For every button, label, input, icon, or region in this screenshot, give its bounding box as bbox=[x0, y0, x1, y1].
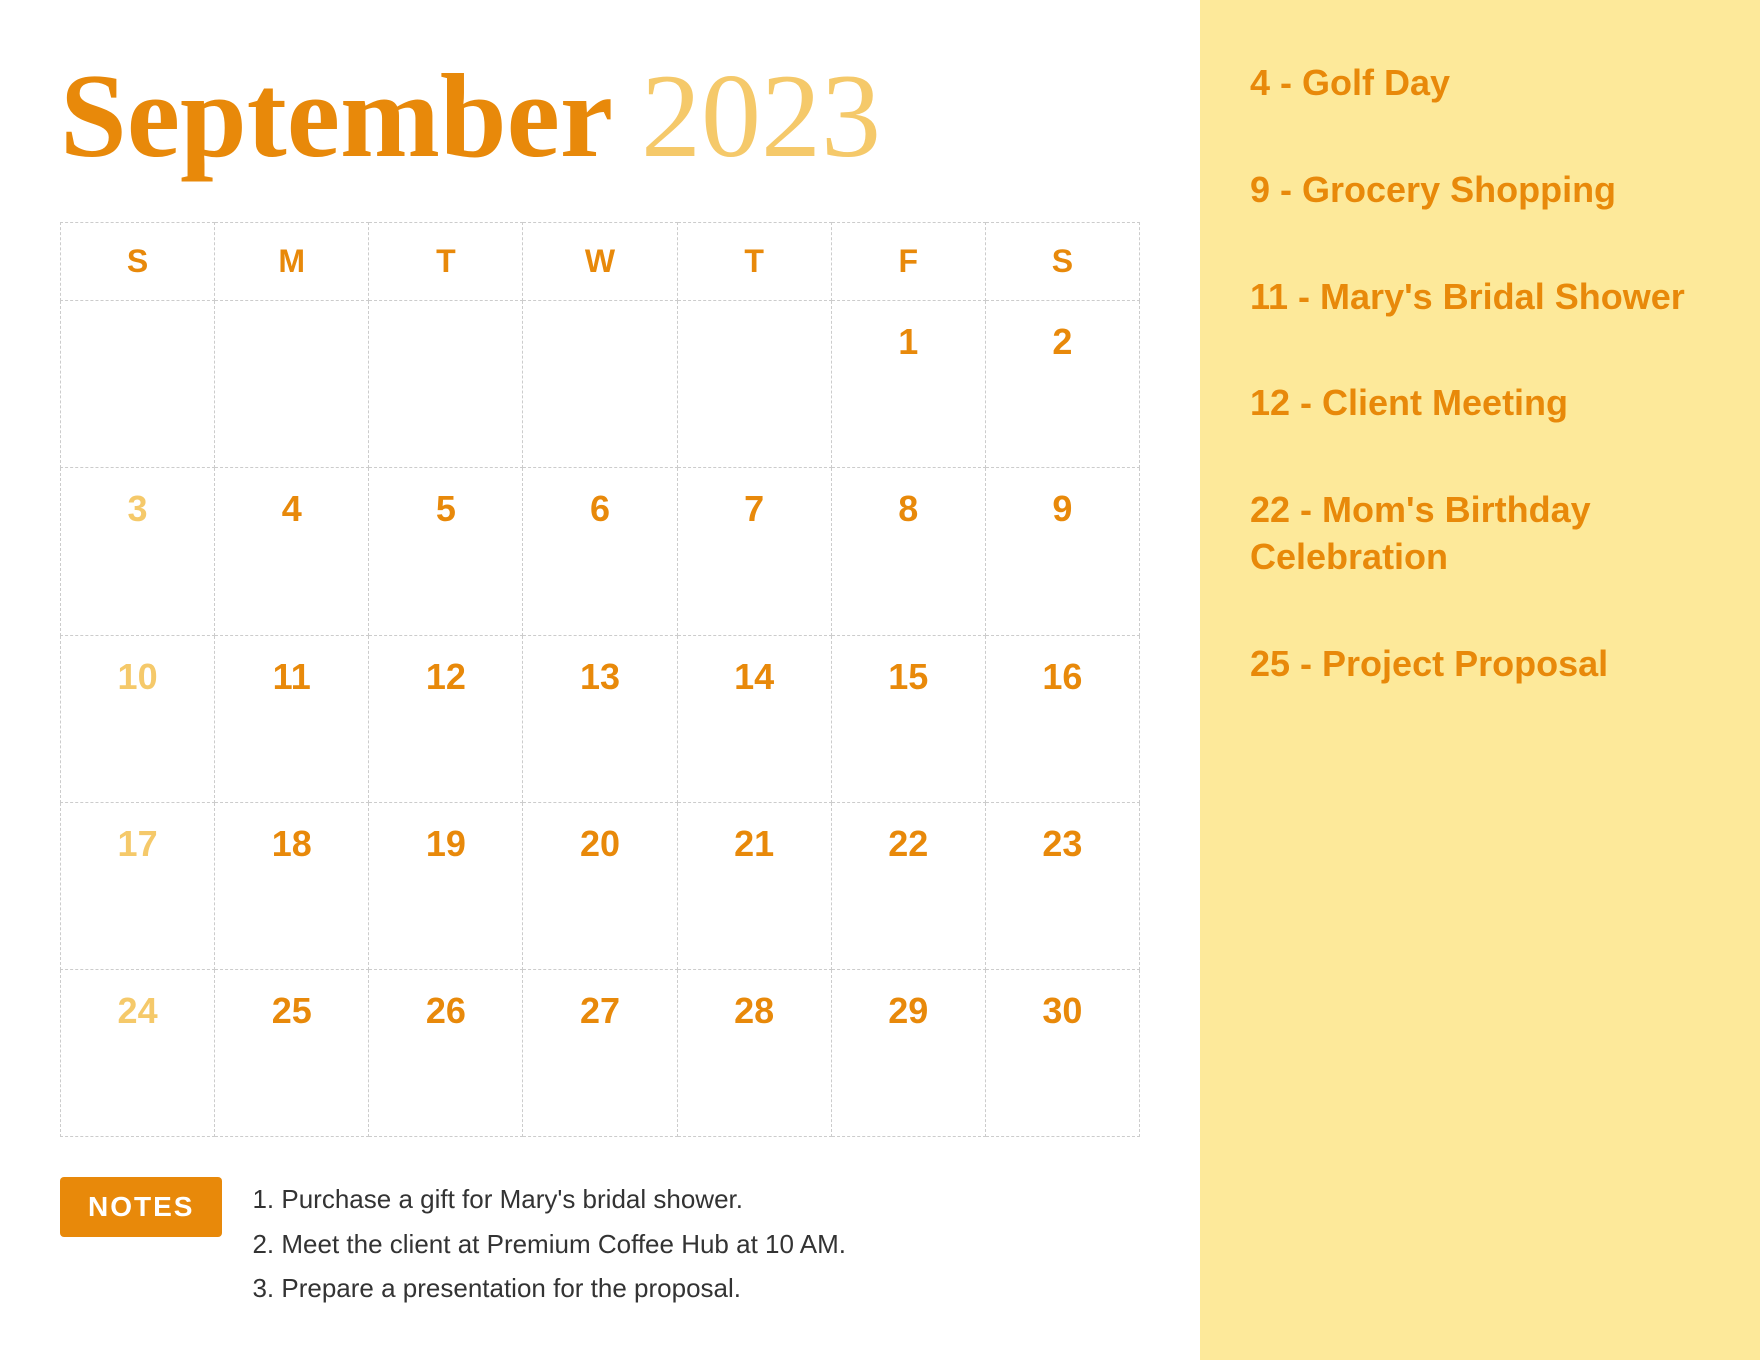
calendar-cell: 3 bbox=[61, 468, 215, 635]
event-item: 22 - Mom's Birthday Celebration bbox=[1250, 487, 1710, 581]
event-text: 25 - Project Proposal bbox=[1250, 643, 1608, 684]
weekday-header: W bbox=[523, 223, 677, 301]
event-item: 4 - Golf Day bbox=[1250, 60, 1710, 107]
calendar-row: 24252627282930 bbox=[61, 970, 1140, 1137]
event-text: 4 - Golf Day bbox=[1250, 62, 1450, 103]
calendar-cell: 13 bbox=[523, 635, 677, 802]
calendar-cell: 25 bbox=[215, 970, 369, 1137]
calendar-table: SMTWTFS 12345678910111213141516171819202… bbox=[60, 222, 1140, 1137]
calendar-cell: 4 bbox=[215, 468, 369, 635]
calendar-cell: 27 bbox=[523, 970, 677, 1137]
weekday-header: T bbox=[677, 223, 831, 301]
calendar-cell: 7 bbox=[677, 468, 831, 635]
calendar-cell: 18 bbox=[215, 802, 369, 969]
calendar-cell: 21 bbox=[677, 802, 831, 969]
event-item: 9 - Grocery Shopping bbox=[1250, 167, 1710, 214]
notes-label: NOTES bbox=[60, 1177, 222, 1237]
event-text: 22 - Mom's Birthday Celebration bbox=[1250, 489, 1591, 577]
weekday-header: S bbox=[61, 223, 215, 301]
calendar-row: 12 bbox=[61, 301, 1140, 468]
event-item: 25 - Project Proposal bbox=[1250, 641, 1710, 688]
event-text: 11 - Mary's Bridal Shower bbox=[1250, 276, 1685, 317]
notes-text: 1. Purchase a gift for Mary's bridal sho… bbox=[252, 1177, 845, 1310]
calendar-cell: 10 bbox=[61, 635, 215, 802]
month-year-title: September 2023 bbox=[60, 50, 1140, 182]
calendar-cell: 29 bbox=[831, 970, 985, 1137]
calendar-cell bbox=[215, 301, 369, 468]
calendar-cell: 15 bbox=[831, 635, 985, 802]
calendar-body: 1234567891011121314151617181920212223242… bbox=[61, 301, 1140, 1137]
calendar-row: 10111213141516 bbox=[61, 635, 1140, 802]
calendar-cell: 26 bbox=[369, 970, 523, 1137]
calendar-cell: 30 bbox=[985, 970, 1139, 1137]
calendar-cell: 12 bbox=[369, 635, 523, 802]
event-item: 12 - Client Meeting bbox=[1250, 380, 1710, 427]
event-text: 9 - Grocery Shopping bbox=[1250, 169, 1616, 210]
calendar-cell: 20 bbox=[523, 802, 677, 969]
year-label: 2023 bbox=[641, 49, 881, 182]
calendar-cell: 1 bbox=[831, 301, 985, 468]
calendar-cell: 28 bbox=[677, 970, 831, 1137]
calendar-cell: 6 bbox=[523, 468, 677, 635]
calendar-cell: 24 bbox=[61, 970, 215, 1137]
month-label: September bbox=[60, 49, 611, 182]
calendar-cell: 5 bbox=[369, 468, 523, 635]
event-item: 11 - Mary's Bridal Shower bbox=[1250, 274, 1710, 321]
weekday-header: S bbox=[985, 223, 1139, 301]
main-content: September 2023 SMTWTFS 12345678910111213… bbox=[0, 0, 1200, 1360]
calendar-cell bbox=[369, 301, 523, 468]
calendar-cell bbox=[677, 301, 831, 468]
calendar-cell: 11 bbox=[215, 635, 369, 802]
calendar-cell: 14 bbox=[677, 635, 831, 802]
note-item: 1. Purchase a gift for Mary's bridal sho… bbox=[252, 1177, 845, 1221]
calendar-cell: 8 bbox=[831, 468, 985, 635]
calendar-cell: 23 bbox=[985, 802, 1139, 969]
sidebar: 4 - Golf Day 9 - Grocery Shopping 11 - Mar… bbox=[1200, 0, 1760, 1360]
calendar-row: 3456789 bbox=[61, 468, 1140, 635]
note-item: 3. Prepare a presentation for the propos… bbox=[252, 1266, 845, 1310]
weekday-header: F bbox=[831, 223, 985, 301]
event-text: 12 - Client Meeting bbox=[1250, 382, 1568, 423]
notes-section: NOTES 1. Purchase a gift for Mary's brid… bbox=[60, 1177, 1140, 1310]
calendar-cell: 9 bbox=[985, 468, 1139, 635]
weekday-header: M bbox=[215, 223, 369, 301]
calendar-cell: 19 bbox=[369, 802, 523, 969]
calendar-header-row: SMTWTFS bbox=[61, 223, 1140, 301]
calendar-cell bbox=[523, 301, 677, 468]
calendar-cell: 22 bbox=[831, 802, 985, 969]
calendar-cell: 16 bbox=[985, 635, 1139, 802]
calendar-cell: 17 bbox=[61, 802, 215, 969]
weekday-header: T bbox=[369, 223, 523, 301]
note-item: 2. Meet the client at Premium Coffee Hub… bbox=[252, 1222, 845, 1266]
calendar-cell bbox=[61, 301, 215, 468]
calendar-row: 17181920212223 bbox=[61, 802, 1140, 969]
calendar-cell: 2 bbox=[985, 301, 1139, 468]
